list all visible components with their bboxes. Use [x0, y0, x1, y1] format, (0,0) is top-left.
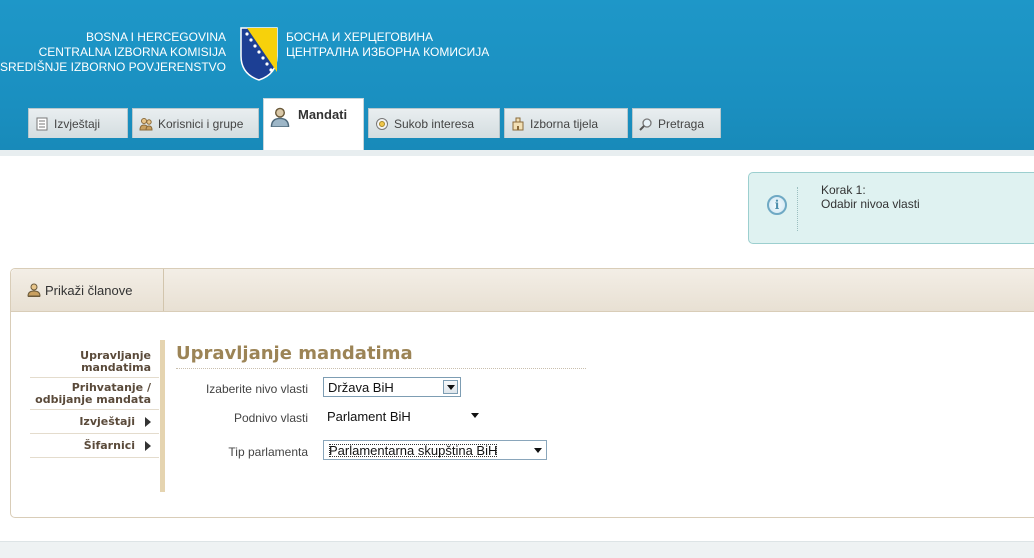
side-item-label: Izvještaji [79, 415, 135, 428]
title-underline [176, 368, 586, 369]
show-members-label: Prikaži članove [45, 282, 133, 298]
document-icon [36, 117, 48, 130]
tab-label: Pretraga [658, 116, 705, 131]
tab-izborna-tijela[interactable]: Izborna tijela [504, 108, 628, 138]
show-members-button[interactable]: Prikaži članove [11, 269, 164, 311]
step-info-box: i Korak 1: Odabir nivoa vlasti [748, 172, 1034, 244]
dropdown-arrow-icon [471, 413, 479, 418]
side-item-prihvatanje-odbijanje[interactable]: Prihvatanje / odbijanje mandata [30, 378, 159, 410]
chevron-right-icon [145, 441, 151, 451]
side-item-upravljanje-mandatima[interactable]: Upravljanje mandatima [30, 346, 159, 378]
tab-pretraga[interactable]: Pretraga [632, 108, 721, 138]
side-item-label: odbijanje mandata [35, 393, 151, 406]
tab-izvjestaji[interactable]: Izvještaji [28, 108, 128, 138]
tip-parlamenta-select[interactable]: Parlamentarna skupština BiH [323, 440, 547, 460]
side-menu: Upravljanje mandatima Prihvatanje / odbi… [30, 346, 159, 458]
select-value: Parlamentarna skupština BiH [329, 442, 498, 458]
select-value: Država BiH [328, 379, 394, 395]
brand-text-cyrillic: БОСНА И ХЕРЦЕГОВИНА ЦЕНТРАЛНА ИЗБОРНА КО… [286, 30, 489, 60]
tab-label: Korisnici i grupe [158, 116, 244, 131]
side-item-label: Šifarnici [83, 439, 135, 452]
field-label-nivo-vlasti: Izaberite nivo vlasti [205, 382, 308, 396]
tab-label: Mandati [298, 107, 348, 122]
chevron-right-icon [145, 417, 151, 427]
person-icon [270, 107, 290, 127]
tab-label: Izborna tijela [530, 116, 599, 131]
tab-sukob-interesa[interactable]: Sukob interesa [368, 108, 500, 138]
step-info-text: Korak 1: Odabir nivoa vlasti [821, 183, 920, 211]
step-label: Korak 1: [821, 183, 866, 197]
bih-coat-of-arms-icon [240, 27, 278, 81]
circle-icon [376, 117, 388, 130]
users-icon [139, 117, 153, 130]
tab-label: Izvještaji [54, 116, 101, 131]
info-icon: i [767, 195, 787, 215]
dropdown-arrow-icon [443, 380, 458, 394]
side-item-sifarnici[interactable]: Šifarnici [30, 434, 159, 458]
tab-label: Sukob interesa [394, 116, 475, 131]
field-label-tip-parlamenta: Tip parlamenta [228, 445, 308, 459]
app-header: BOSNA I HERCEGOVINA CENTRALNA IZBORNA KO… [0, 0, 1034, 150]
brand-line: SREDIŠNJE IZBORNO POVJERENSTVO [0, 60, 226, 74]
footer-bar [0, 541, 1034, 558]
podnivo-vlasti-select[interactable]: Parlament BiH [323, 406, 483, 426]
field-label-podnivo-vlasti: Podnivo vlasti [233, 411, 308, 425]
side-item-label: mandatima [81, 361, 151, 374]
building-icon [512, 117, 524, 130]
select-value: Parlament BiH [327, 408, 411, 424]
side-item-izvjestaji[interactable]: Izvještaji [30, 410, 159, 434]
tab-subbar [0, 150, 1034, 156]
brand-line: CENTRALNA IZBORNA KOMISIJA [38, 45, 226, 59]
panel-toolbar: Prikaži članove [11, 269, 1034, 312]
tab-mandati[interactable]: Mandati [263, 98, 364, 150]
brand-line: BOSNA I HERCEGOVINA [85, 30, 226, 44]
step-description: Odabir nivoa vlasti [821, 197, 920, 211]
magnifier-icon [639, 117, 652, 131]
tab-korisnici-i-grupe[interactable]: Korisnici i grupe [132, 108, 259, 138]
info-divider [797, 187, 798, 231]
brand-line: ЦЕНТРАЛНА ИЗБОРНА КОМИСИЈА [286, 45, 490, 59]
brand-line: БОСНА И ХЕРЦЕГОВИНА [286, 30, 434, 44]
person-icon [27, 283, 41, 297]
brand-text-latin: BOSNA I HERCEGOVINA CENTRALNA IZBORNA KO… [0, 30, 226, 75]
dropdown-arrow-icon [534, 448, 542, 453]
side-menu-rail [160, 340, 165, 492]
page-title: Upravljanje mandatima [176, 343, 413, 364]
nivo-vlasti-select[interactable]: Država BiH [323, 377, 461, 397]
